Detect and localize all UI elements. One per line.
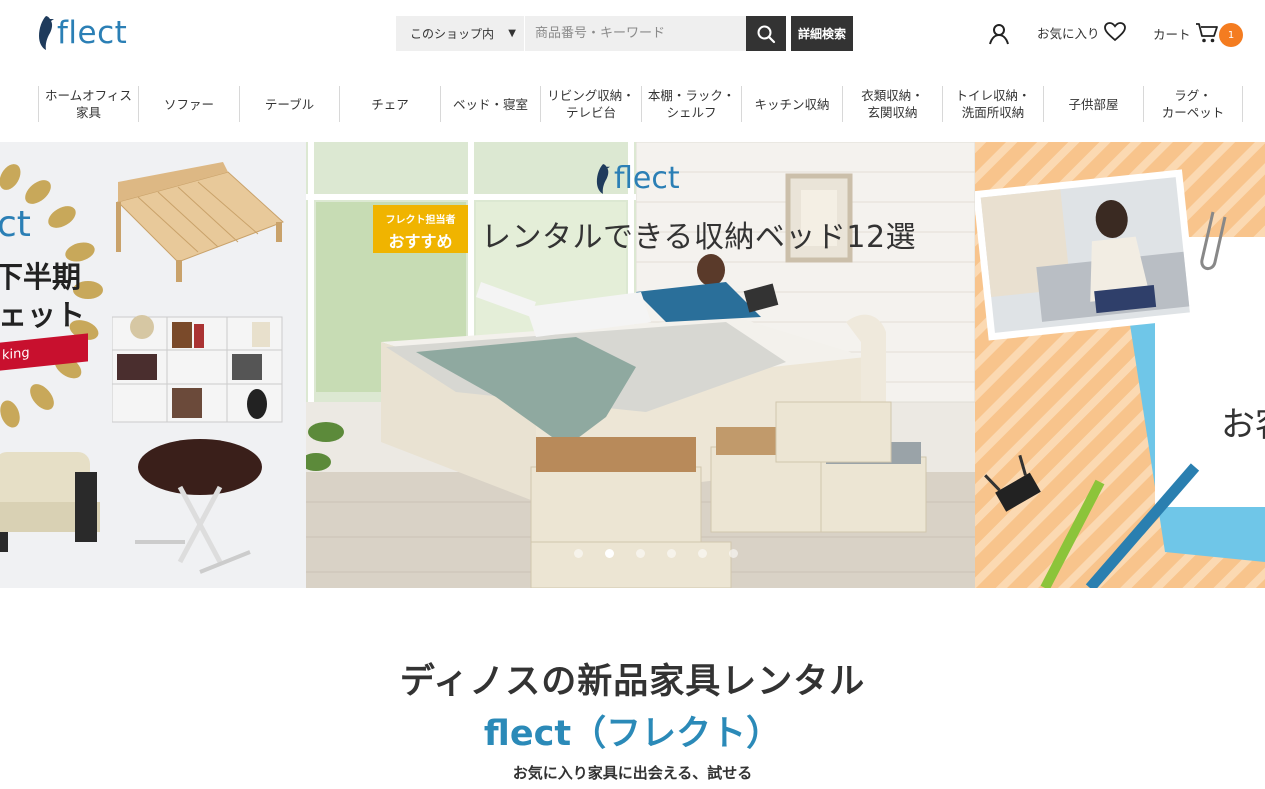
nav-item-living-storage[interactable]: リビング収納・ テレビ台 bbox=[540, 86, 641, 122]
advanced-search-button[interactable]: 詳細検索 bbox=[791, 16, 853, 51]
site-logo[interactable]: flect bbox=[38, 14, 127, 52]
account-button[interactable] bbox=[987, 22, 1011, 46]
display-shelf-image bbox=[112, 315, 283, 423]
favorites-label: お気に入り bbox=[1037, 25, 1100, 41]
user-icon bbox=[989, 24, 1009, 45]
cart-label: カート bbox=[1153, 26, 1191, 42]
dropdown-arrow-icon: ▼ bbox=[508, 28, 516, 39]
slide-heading-line1: 下半期 bbox=[0, 260, 82, 294]
logo-text: flect bbox=[57, 14, 128, 51]
slide-next[interactable]: お客 bbox=[975, 142, 1265, 588]
site-header: flect このショップ内 ▼ 詳細検索 お気に入り カート bbox=[0, 0, 1265, 70]
carousel-dot[interactable] bbox=[667, 549, 676, 558]
nav-item-table[interactable]: テーブル bbox=[239, 86, 339, 122]
search-scope-label: このショップ内 bbox=[410, 27, 495, 41]
carousel-indicators bbox=[574, 549, 738, 558]
bird-logo-icon bbox=[39, 16, 54, 50]
favorites-link[interactable]: お気に入り bbox=[1037, 22, 1126, 42]
slide-logo-fragment: ct bbox=[0, 204, 31, 245]
slide-previous[interactable]: ct 下半期 ェット king bbox=[0, 142, 306, 588]
heart-icon bbox=[1103, 22, 1126, 42]
carousel-dot[interactable] bbox=[574, 549, 583, 558]
recommend-tag-line1: フレクト担当者 bbox=[385, 215, 456, 226]
intro-title: ディノスの新品家具レンタル bbox=[399, 662, 866, 702]
sofa-image bbox=[0, 452, 100, 552]
intro-brand: flect（フレクト） bbox=[483, 714, 782, 754]
recommend-tag-line2: おすすめ bbox=[388, 232, 453, 251]
nav-item-toilet-storage[interactable]: トイレ収納・ 洗面所収納 bbox=[942, 86, 1043, 122]
stripe-background bbox=[975, 142, 1265, 588]
search-input[interactable] bbox=[525, 16, 746, 51]
search-bar: このショップ内 ▼ bbox=[396, 16, 786, 51]
slide-logo-text: flect bbox=[614, 161, 680, 196]
slide-heading-fragment: お客 bbox=[1221, 405, 1265, 445]
search-icon bbox=[757, 25, 776, 43]
nav-item-home-office[interactable]: ホームオフィス 家具 bbox=[38, 86, 138, 122]
nav-item-clothing-storage[interactable]: 衣類収納・ 玄関収納 bbox=[842, 86, 942, 122]
round-table-image bbox=[135, 439, 262, 574]
intro-section: ディノスの新品家具レンタル flect（フレクト） お気に入り家具に出会える、試… bbox=[0, 660, 1265, 783]
cart-icon bbox=[1195, 23, 1218, 43]
intro-tagline: お気に入り家具に出会える、試せる bbox=[512, 764, 753, 782]
slide-heading-line2: ェット bbox=[0, 298, 86, 332]
nav-item-kids-room[interactable]: 子供部屋 bbox=[1043, 86, 1143, 122]
nav-item-bookshelf[interactable]: 本棚・ラック・ シェルフ bbox=[641, 86, 741, 122]
carousel-dot-active[interactable] bbox=[605, 549, 614, 558]
recommend-tag: フレクト担当者 おすすめ bbox=[373, 205, 468, 253]
category-nav: ホームオフィス 家具 ソファー テーブル チェア ベッド・寝室 リビング収納・ … bbox=[38, 86, 1244, 122]
search-scope-select[interactable]: このショップ内 ▼ bbox=[396, 16, 525, 51]
nav-item-sofa[interactable]: ソファー bbox=[138, 86, 239, 122]
nav-item-kitchen[interactable]: キッチン収納 bbox=[741, 86, 842, 122]
cart-link[interactable]: カート bbox=[1153, 22, 1219, 44]
slide-title: レンタルできる収納ベッド12選 bbox=[481, 220, 917, 255]
nav-item-bed[interactable]: ベッド・寝室 bbox=[440, 86, 540, 122]
search-button[interactable] bbox=[746, 16, 786, 51]
bird-logo-icon bbox=[596, 164, 610, 194]
carousel-dot[interactable] bbox=[729, 549, 738, 558]
nav-item-rug[interactable]: ラグ・ カーペット bbox=[1143, 86, 1243, 122]
hero-carousel: ct 下半期 ェット king flect フレクト担当者 おすすめ レンタルで… bbox=[0, 142, 1265, 588]
nav-item-chair[interactable]: チェア bbox=[339, 86, 440, 122]
cart-count-badge: 1 bbox=[1219, 23, 1243, 47]
wooden-bed-image bbox=[116, 162, 284, 282]
carousel-dot[interactable] bbox=[636, 549, 645, 558]
slide-logo: flect bbox=[596, 164, 680, 194]
slide-current[interactable]: flect フレクト担当者 おすすめ レンタルできる収納ベッド12選 bbox=[306, 142, 975, 588]
carousel-dot[interactable] bbox=[698, 549, 707, 558]
